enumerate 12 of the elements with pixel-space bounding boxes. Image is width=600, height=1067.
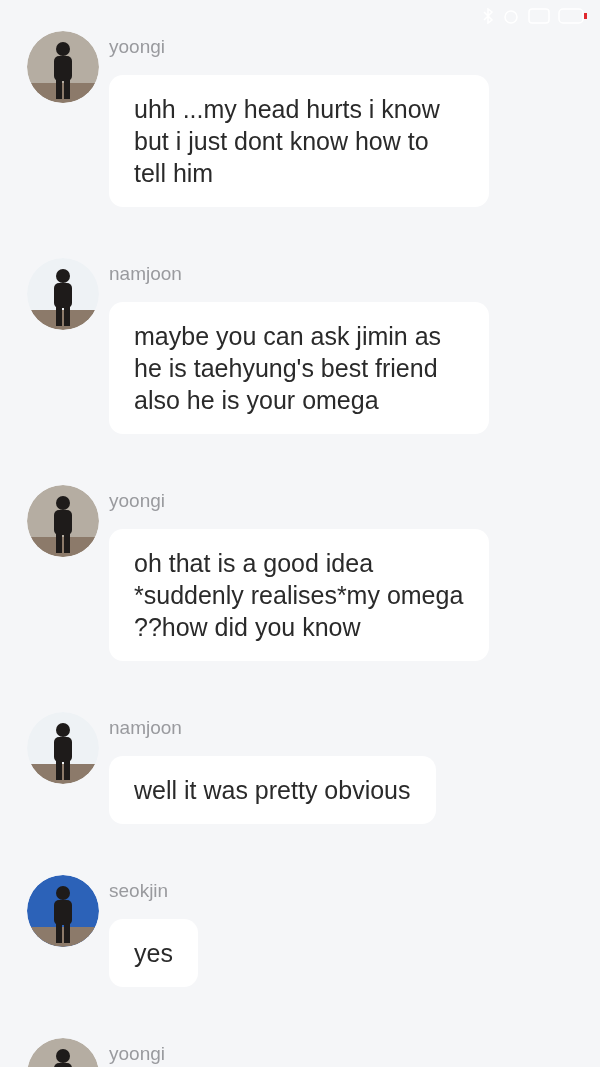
sender-name: yoongi [109,35,165,59]
message-bubble: yes [109,919,198,987]
message-bubble: uhh ...my head hurts i know but i just dont know how to tell him [109,75,489,207]
sender-name: seokjin [109,879,169,903]
sender-name: namjoon [109,716,182,740]
sender-name: namjoon [109,262,182,286]
message-bubble: well it was pretty obvious [109,756,436,824]
sender-name: yoongi [109,1042,165,1066]
message-bubble: oh that is a good idea *suddenly realises*my omega ??how did you know [109,529,489,661]
sender-name: yoongi [109,489,165,513]
battery-icon [558,7,588,24]
message-bubble: maybe you can ask jimin as he is taehyung's best friend also he is your omega [109,302,489,434]
